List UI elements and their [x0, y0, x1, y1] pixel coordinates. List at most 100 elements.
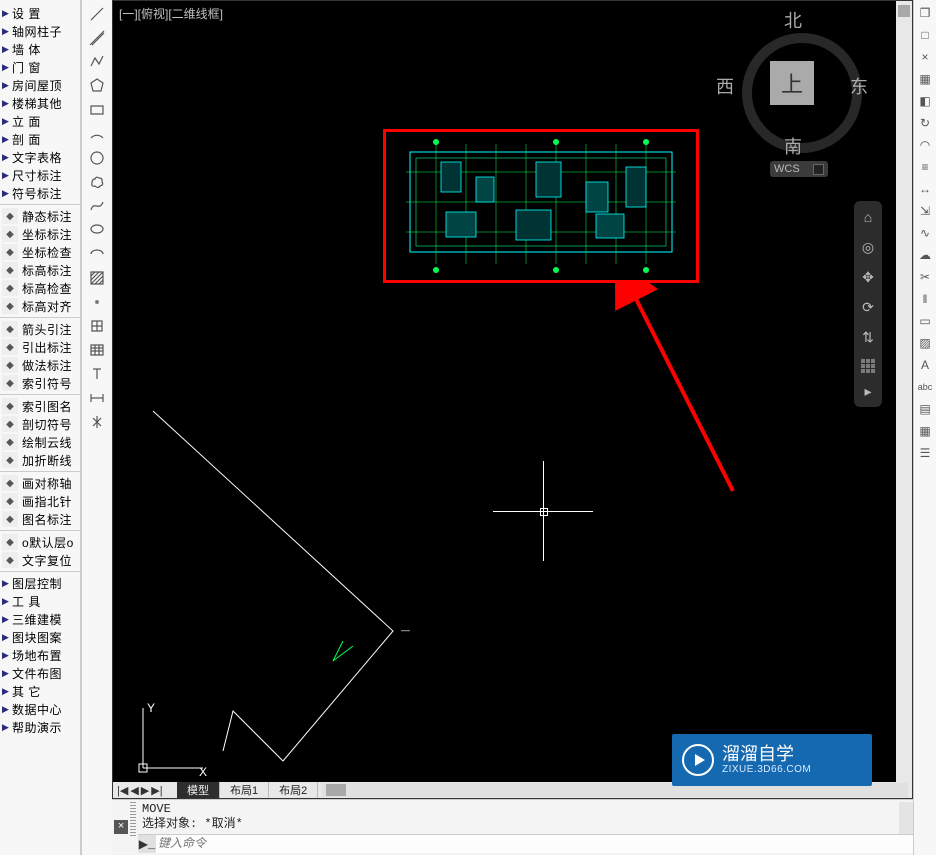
right-abc-icon[interactable]: abc: [916, 378, 934, 396]
menu-item-0-3[interactable]: ▶门 窗: [0, 58, 80, 76]
menu-item-2-0[interactable]: ◆箭头引注: [0, 320, 80, 338]
tab-model[interactable]: 模型: [177, 782, 220, 798]
nav-play-icon[interactable]: ▸: [856, 379, 880, 403]
tab-next-icon[interactable]: ▶: [141, 784, 149, 797]
menu-item-0-5[interactable]: ▶楼梯其他: [0, 94, 80, 112]
ellipse-arc-tool[interactable]: [87, 244, 107, 264]
menu-item-2-1[interactable]: ◆引出标注: [0, 338, 80, 356]
right-field-icon[interactable]: ▤: [916, 400, 934, 418]
hatch-tool[interactable]: [87, 268, 107, 288]
menu-item-3-1[interactable]: ◆剖切符号: [0, 415, 80, 433]
right-color-icon[interactable]: ◧: [916, 92, 934, 110]
menu-item-0-10[interactable]: ▶符号标注: [0, 184, 80, 202]
menu-item-6-5[interactable]: ▶文件布图: [0, 664, 80, 682]
compass-west[interactable]: 西: [716, 73, 734, 99]
menu-item-4-1[interactable]: ◆画指北针: [0, 492, 80, 510]
revision-cloud-tool[interactable]: [87, 172, 107, 192]
right-restore-icon[interactable]: ❐: [916, 4, 934, 22]
compass-south[interactable]: 南: [784, 133, 802, 159]
menu-item-1-1[interactable]: ◆坐标标注: [0, 225, 80, 243]
tab-first-icon[interactable]: |◀: [117, 784, 128, 797]
menu-item-3-2[interactable]: ◆绘制云线: [0, 433, 80, 451]
right-table-r-icon[interactable]: ▦: [916, 422, 934, 440]
arc-tool[interactable]: [87, 124, 107, 144]
table-tool[interactable]: [87, 340, 107, 360]
spline-tool[interactable]: [87, 196, 107, 216]
menu-item-4-0[interactable]: ◆画对称轴: [0, 474, 80, 492]
menu-item-0-8[interactable]: ▶文字表格: [0, 148, 80, 166]
right-cycle-icon[interactable]: ↻: [916, 114, 934, 132]
menu-item-5-0[interactable]: ◆o默认层o: [0, 533, 80, 551]
nav-show-motion-icon[interactable]: ⇅: [856, 325, 880, 349]
menu-item-1-5[interactable]: ◆标高对齐: [0, 297, 80, 315]
construction-line-tool[interactable]: [87, 28, 107, 48]
menu-item-4-2[interactable]: ◆图名标注: [0, 510, 80, 528]
view-compass[interactable]: 上 北 南 东 西: [722, 13, 862, 153]
right-arc-opt-icon[interactable]: ◠: [916, 136, 934, 154]
right-text-r-icon[interactable]: A: [916, 356, 934, 374]
menu-item-0-9[interactable]: ▶尺寸标注: [0, 166, 80, 184]
point-tool[interactable]: [87, 292, 107, 312]
tab-last-icon[interactable]: ▶|: [151, 784, 162, 797]
nav-wheel-icon[interactable]: ◎: [856, 235, 880, 259]
right-maximize-icon[interactable]: □: [916, 26, 934, 44]
viewport-label[interactable]: [一][俯视][二维线框]: [119, 5, 223, 22]
mirror-tool[interactable]: [87, 412, 107, 432]
tab-prev-icon[interactable]: ◀: [130, 784, 138, 797]
circle-tool[interactable]: [87, 148, 107, 168]
ucs-icon[interactable]: Y X: [133, 698, 213, 778]
vscroll-thumb[interactable]: [898, 5, 910, 17]
compass-east[interactable]: 东: [850, 73, 868, 99]
text-tool[interactable]: [87, 364, 107, 384]
nav-options-icon[interactable]: [861, 359, 875, 373]
menu-item-1-2[interactable]: ◆坐标检查: [0, 243, 80, 261]
menu-item-0-0[interactable]: ▶设 置: [0, 4, 80, 22]
right-hatch-r-icon[interactable]: ▨: [916, 334, 934, 352]
rectangle-tool[interactable]: [87, 100, 107, 120]
ellipse-tool[interactable]: [87, 220, 107, 240]
menu-item-1-4[interactable]: ◆标高检查: [0, 279, 80, 297]
command-prompt-icon[interactable]: ▶_: [138, 835, 156, 853]
menu-item-6-2[interactable]: ▶三维建模: [0, 610, 80, 628]
right-cloud-icon[interactable]: ☁: [916, 246, 934, 264]
right-curve-icon[interactable]: ∿: [916, 224, 934, 242]
menu-item-3-3[interactable]: ◆加折断线: [0, 451, 80, 469]
nav-orbit-icon[interactable]: ⟳: [856, 295, 880, 319]
close-command-button[interactable]: ×: [114, 820, 128, 834]
hscroll-thumb[interactable]: [326, 784, 346, 796]
right-close-icon[interactable]: ×: [916, 48, 934, 66]
menu-item-0-4[interactable]: ▶房间屋顶: [0, 76, 80, 94]
menu-item-6-7[interactable]: ▶数据中心: [0, 700, 80, 718]
compass-north[interactable]: 北: [784, 7, 802, 33]
menu-item-0-2[interactable]: ▶墙 体: [0, 40, 80, 58]
menu-item-6-3[interactable]: ▶图块图案: [0, 628, 80, 646]
tab-layout2[interactable]: 布局2: [269, 782, 318, 798]
right-layer-icon[interactable]: ☰: [916, 444, 934, 462]
right-region-icon[interactable]: ▭: [916, 312, 934, 330]
polygon-tool[interactable]: [87, 76, 107, 96]
right-dims-icon[interactable]: ↔: [916, 180, 934, 198]
drawing-viewport[interactable]: [一][俯视][二维线框] 上 北 南 东 西 WCS ⌂◎✥⟳⇅▸: [112, 0, 913, 799]
menu-item-3-0[interactable]: ◆索引图名: [0, 397, 80, 415]
menu-item-1-3[interactable]: ◆标高标注: [0, 261, 80, 279]
menu-item-6-6[interactable]: ▶其 它: [0, 682, 80, 700]
compass-center[interactable]: 上: [770, 61, 814, 105]
menu-item-1-0[interactable]: ◆静态标注: [0, 207, 80, 225]
menu-item-0-6[interactable]: ▶立 面: [0, 112, 80, 130]
menu-item-0-1[interactable]: ▶轴网柱子: [0, 22, 80, 40]
wcs-indicator[interactable]: WCS: [770, 161, 828, 177]
menu-item-0-7[interactable]: ▶剖 面: [0, 130, 80, 148]
vertical-scrollbar[interactable]: [896, 1, 912, 782]
command-scrollbar[interactable]: [899, 802, 913, 834]
right-grid-icon[interactable]: ▦: [916, 70, 934, 88]
block-tool[interactable]: [87, 316, 107, 336]
menu-item-6-8[interactable]: ▶帮助演示: [0, 718, 80, 736]
polyline-tool[interactable]: [87, 52, 107, 72]
right-extend-icon[interactable]: ⇲: [916, 202, 934, 220]
wcs-dropdown-icon[interactable]: [813, 164, 824, 175]
right-offset-icon[interactable]: ‖: [916, 290, 934, 308]
command-input[interactable]: [156, 836, 913, 852]
nav-pan-icon[interactable]: ✥: [856, 265, 880, 289]
tab-layout1[interactable]: 布局1: [220, 782, 269, 798]
menu-item-6-4[interactable]: ▶场地布置: [0, 646, 80, 664]
